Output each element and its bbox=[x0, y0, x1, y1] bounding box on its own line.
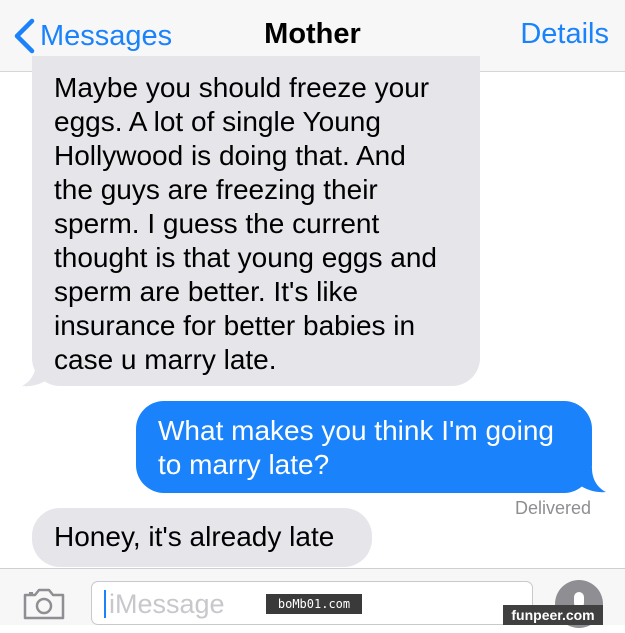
site-watermark: funpeer.com bbox=[503, 605, 603, 625]
incoming-message-bubble[interactable]: Honey, it's already late bbox=[32, 508, 372, 567]
message-input-placeholder: iMessage bbox=[109, 589, 225, 619]
details-button[interactable]: Details bbox=[520, 18, 609, 51]
camera-icon[interactable] bbox=[22, 587, 66, 621]
message-line: eggs. A lot of single Young bbox=[54, 106, 381, 137]
message-line: Maybe you should freeze your bbox=[54, 72, 430, 103]
watermark-label: boMb01.com bbox=[266, 594, 362, 614]
incoming-message-bubble[interactable]: Maybe you should freeze your eggs. A lot… bbox=[32, 56, 480, 386]
message-line: What makes you think I'm going bbox=[158, 415, 554, 446]
message-line: to marry late? bbox=[158, 449, 330, 480]
incoming-bubble-tail bbox=[22, 362, 50, 387]
message-line: Hollywood is doing that. And bbox=[54, 140, 406, 171]
text-cursor bbox=[104, 590, 106, 618]
delivered-status: Delivered bbox=[514, 498, 591, 518]
message-line: thought is that young eggs and bbox=[54, 242, 437, 273]
message-line: the guys are freezing their bbox=[54, 174, 378, 205]
outgoing-message-bubble[interactable]: What makes you think I'm going to marry … bbox=[136, 401, 592, 493]
outgoing-bubble-tail bbox=[578, 468, 606, 493]
message-line: case u marry late. bbox=[54, 344, 277, 375]
message-line: Honey, it's already late bbox=[54, 521, 335, 552]
message-line: insurance for better babies in bbox=[54, 310, 416, 341]
message-line: sperm are better. It's like bbox=[54, 276, 359, 307]
message-line: sperm. I guess the current bbox=[54, 208, 380, 239]
